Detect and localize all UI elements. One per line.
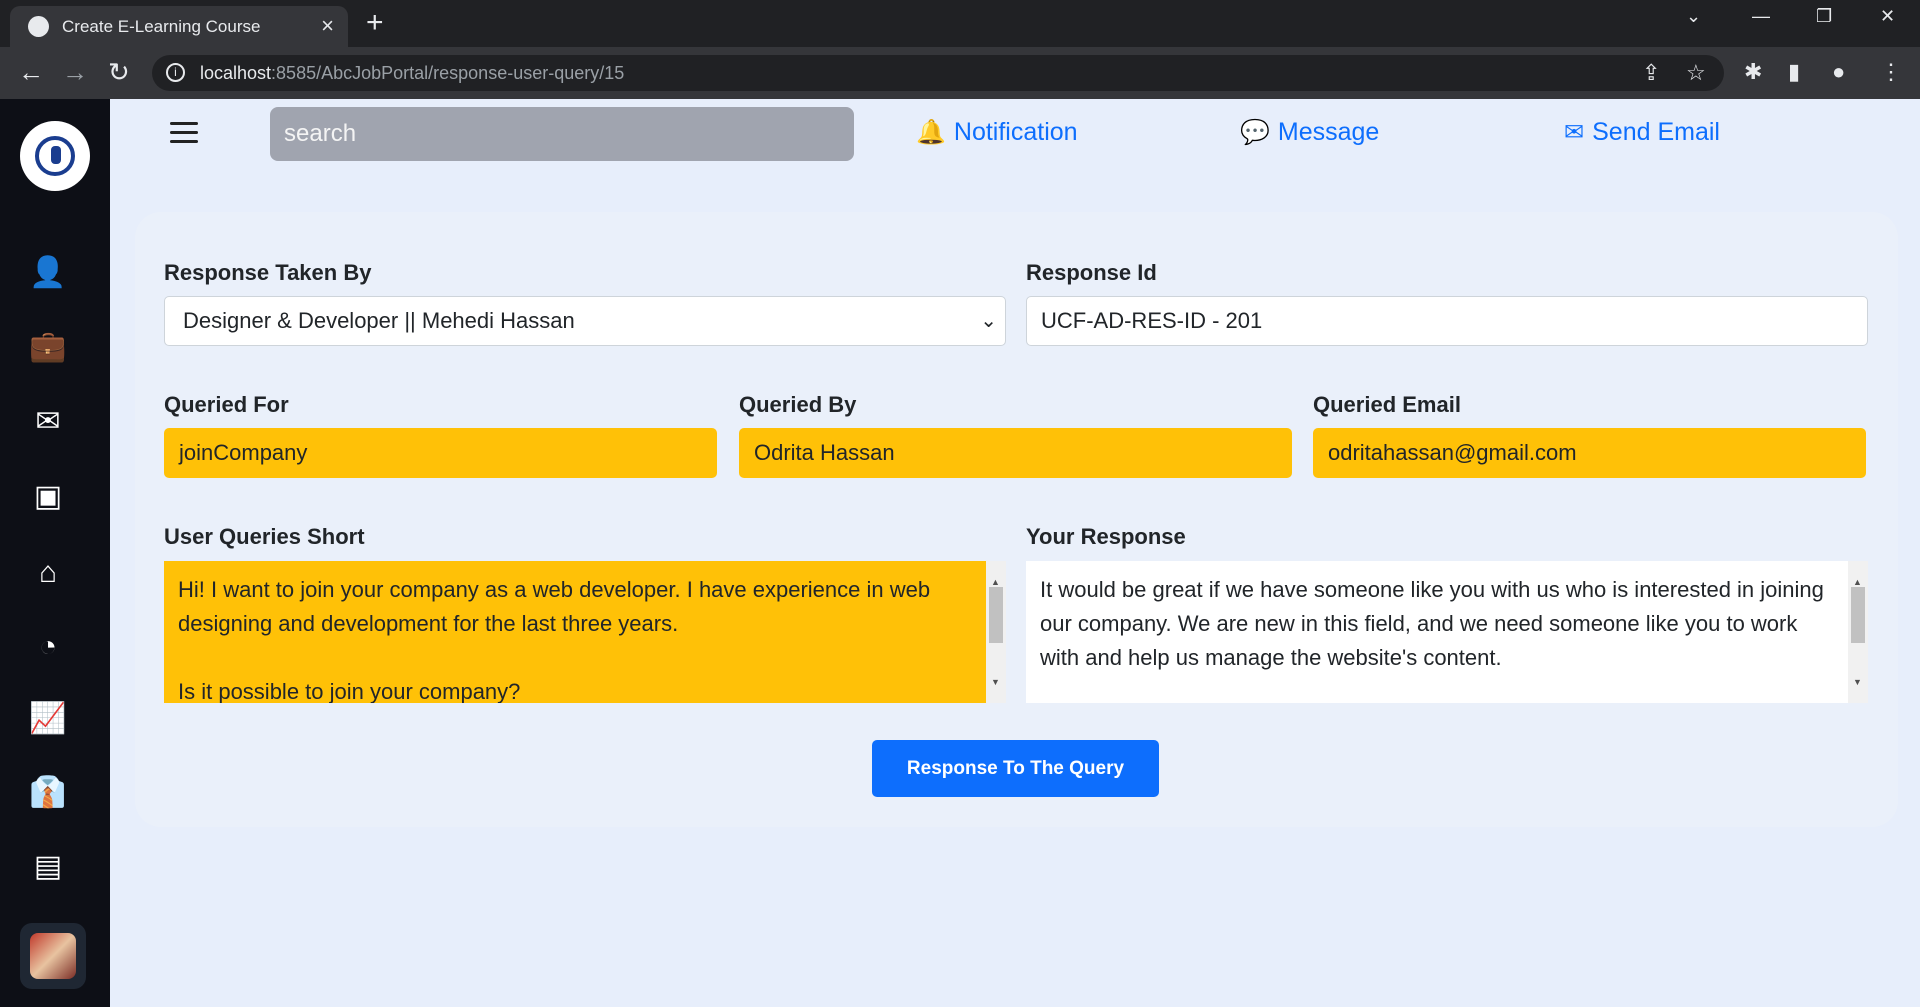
- bookmark-star-icon[interactable]: ☆: [1686, 60, 1706, 86]
- reload-icon[interactable]: ↻: [108, 58, 130, 86]
- your-response-label: Your Response: [1026, 524, 1186, 549]
- id-card-icon[interactable]: ▤: [28, 849, 68, 885]
- response-taken-by-value: Designer & Developer || Mehedi Hassan: [183, 308, 575, 333]
- notification-link[interactable]: 🔔 Notification: [916, 118, 1078, 147]
- user-queries-label: User Queries Short: [164, 524, 365, 549]
- queried-email-value: odritahassan@gmail.com: [1328, 440, 1577, 465]
- chevron-down-icon: ⌄: [980, 310, 997, 332]
- browser-tab-bar: Create E-Learning Course × + ⌄ — ❐ ✕: [0, 0, 1920, 47]
- forward-icon[interactable]: →: [62, 58, 88, 86]
- user-settings-icon[interactable]: 👤: [28, 255, 68, 291]
- queried-for-field[interactable]: joinCompany: [164, 428, 717, 478]
- hamburger-menu-icon[interactable]: [170, 122, 198, 144]
- response-taken-by-label: Response Taken By: [164, 260, 372, 285]
- bell-icon: 🔔: [916, 119, 946, 146]
- envelope-icon: ✉: [1564, 119, 1585, 146]
- message-label: Message: [1277, 118, 1380, 146]
- browser-menu-icon[interactable]: ⋮: [1880, 59, 1902, 85]
- response-id-value: UCF-AD-RES-ID - 201: [1041, 308, 1263, 333]
- house-user-icon[interactable]: ⌂: [28, 555, 68, 591]
- back-icon[interactable]: ←: [18, 58, 44, 86]
- extensions-icon[interactable]: ✱: [1744, 59, 1762, 85]
- browser-tab[interactable]: Create E-Learning Course ×: [10, 6, 348, 47]
- search-input[interactable]: [270, 107, 854, 161]
- your-response-scrollbar[interactable]: ▲ ▼: [1848, 561, 1868, 703]
- sidebar: 👤 💼 ✉ ▣ ⌂ ◔ 📈 👔 ▤: [0, 99, 110, 1007]
- new-tab-icon[interactable]: +: [366, 6, 384, 40]
- envelope-check-icon[interactable]: ✉: [28, 404, 68, 440]
- queried-email-field[interactable]: odritahassan@gmail.com: [1313, 428, 1866, 478]
- queried-by-label: Queried By: [739, 392, 857, 417]
- side-panel-icon[interactable]: ▮: [1788, 59, 1800, 85]
- scroll-thumb[interactable]: [1851, 587, 1865, 643]
- user-queries-paragraph: Hi! I want to join your company as a web…: [178, 577, 931, 636]
- your-response-textarea[interactable]: It would be great if we have someone lik…: [1026, 561, 1868, 703]
- response-id-label: Response Id: [1026, 260, 1157, 285]
- app-logo[interactable]: [20, 121, 90, 191]
- queried-for-label: Queried For: [164, 392, 289, 417]
- comments-icon: 💬: [1240, 119, 1270, 146]
- response-id-field[interactable]: UCF-AD-RES-ID - 201: [1026, 296, 1868, 346]
- queried-email-label: Queried Email: [1313, 392, 1461, 417]
- user-avatar[interactable]: [20, 923, 86, 989]
- minimize-icon[interactable]: —: [1752, 6, 1770, 27]
- site-info-icon[interactable]: i: [166, 63, 185, 82]
- scroll-down-icon[interactable]: ▼: [1853, 665, 1862, 699]
- share-icon[interactable]: ⇪: [1642, 60, 1660, 86]
- user-queries-scrollbar[interactable]: ▲ ▼: [986, 561, 1006, 703]
- message-link[interactable]: 💬 Message: [1240, 118, 1379, 147]
- url-text: localhost:8585/AbcJobPortal/response-use…: [200, 63, 625, 83]
- address-bar: ← → ↻ i localhost:8585/AbcJobPortal/resp…: [0, 47, 1920, 99]
- pie-chart-icon[interactable]: ◔: [28, 629, 68, 665]
- site-favicon-icon: [28, 16, 49, 37]
- url-field[interactable]: i localhost:8585/AbcJobPortal/response-u…: [152, 55, 1724, 91]
- send-email-link[interactable]: ✉ Send Email: [1564, 118, 1720, 147]
- tab-search-chevron-icon[interactable]: ⌄: [1686, 6, 1701, 27]
- scroll-down-icon[interactable]: ▼: [991, 665, 1000, 699]
- user-queries-textarea[interactable]: Hi! I want to join your company as a web…: [164, 561, 1006, 703]
- user-queries-paragraph: Is it possible to join your company?: [178, 679, 521, 703]
- restore-icon[interactable]: ❐: [1816, 6, 1832, 27]
- scroll-thumb[interactable]: [989, 587, 1003, 643]
- close-tab-icon[interactable]: ×: [321, 13, 334, 39]
- response-to-query-button[interactable]: Response To The Query: [872, 740, 1159, 797]
- close-window-icon[interactable]: ✕: [1880, 6, 1895, 27]
- response-taken-by-select[interactable]: Designer & Developer || Mehedi Hassan ⌄: [164, 296, 1006, 346]
- tab-title: Create E-Learning Course: [62, 17, 261, 36]
- your-response-text: It would be great if we have someone lik…: [1040, 577, 1824, 670]
- queried-for-value: joinCompany: [179, 440, 308, 465]
- line-chart-icon[interactable]: 📈: [28, 701, 68, 737]
- send-email-label: Send Email: [1592, 118, 1720, 146]
- notification-label: Notification: [953, 118, 1078, 146]
- briefcase-settings-icon[interactable]: 💼: [28, 329, 68, 365]
- profile-icon[interactable]: ●: [1832, 59, 1845, 85]
- user-tie-icon[interactable]: 👔: [28, 775, 68, 811]
- queried-by-field[interactable]: Odrita Hassan: [739, 428, 1292, 478]
- queried-by-value: Odrita Hassan: [754, 440, 895, 465]
- teacher-board-icon[interactable]: ▣: [28, 479, 68, 515]
